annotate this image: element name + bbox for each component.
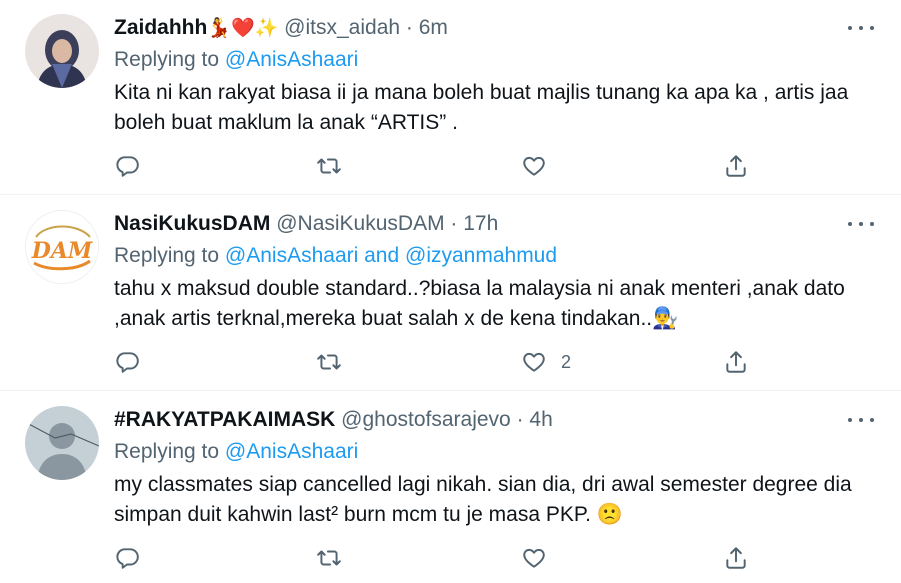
user-handle[interactable]: @NasiKukusDAM [276, 212, 444, 235]
like-button[interactable]: 2 [521, 346, 571, 378]
display-name[interactable]: #RAKYATPAKAIMASK [114, 408, 335, 431]
retweet-button[interactable] [316, 150, 342, 182]
tweet-header: NasiKukusDAM @NasiKukusDAM · 17h [114, 210, 498, 238]
reply-icon [116, 548, 139, 569]
reply-icon [116, 352, 139, 373]
retweet-icon [317, 354, 341, 370]
tweet-header: #RAKYATPAKAIMASK @ghostofsarajevo · 4h [114, 406, 553, 434]
share-icon [726, 351, 746, 373]
action-bar: 2 [114, 346, 814, 378]
tweet-item[interactable]: DAM NasiKukusDAM @NasiKukusDAM · 17h Rep… [0, 196, 901, 391]
separator: · [400, 16, 419, 39]
more-icon[interactable] [846, 410, 876, 430]
avatar[interactable]: DAM [25, 210, 99, 284]
share-icon [726, 155, 746, 177]
retweet-button[interactable] [316, 542, 342, 574]
timestamp[interactable]: 4h [529, 408, 552, 431]
mention-link-2[interactable]: @izyanmahmud [405, 244, 557, 267]
more-icon[interactable] [846, 18, 876, 38]
retweet-icon [317, 158, 341, 174]
reply-button[interactable] [114, 346, 140, 378]
share-button[interactable] [723, 150, 749, 182]
like-button[interactable] [521, 150, 561, 182]
separator: · [444, 212, 464, 235]
avatar[interactable] [25, 14, 99, 88]
tweet-item[interactable]: Zaidahhh💃❤️✨ @itsx_aidah · 6m Replying t… [0, 0, 901, 195]
reply-button[interactable] [114, 150, 140, 182]
reply-icon [116, 156, 139, 177]
action-bar [114, 150, 814, 182]
display-name[interactable]: NasiKukusDAM [114, 212, 270, 235]
share-button[interactable] [723, 346, 749, 378]
replying-joiner: and [358, 244, 405, 267]
name-emoji: 💃❤️✨ [207, 17, 279, 39]
like-count: 2 [561, 351, 572, 372]
mention-link[interactable]: @AnisAshaari [225, 440, 358, 463]
display-name[interactable]: Zaidahhh [114, 16, 207, 39]
like-icon [523, 548, 545, 568]
user-handle[interactable]: @itsx_aidah [284, 16, 400, 39]
like-icon [523, 156, 545, 176]
retweet-icon [317, 550, 341, 566]
share-button[interactable] [723, 542, 749, 574]
replying-to: Replying to @AnisAshaari and @izyanmahmu… [114, 242, 557, 270]
logo-text: DAM [31, 238, 93, 264]
user-handle[interactable]: @ghostofsarajevo [341, 408, 511, 431]
avatar[interactable] [25, 406, 99, 480]
like-icon [523, 352, 545, 372]
replying-prefix: Replying to [114, 48, 225, 71]
tweet-text: tahu x maksud double standard..?biasa la… [114, 277, 845, 330]
more-icon[interactable] [846, 214, 876, 234]
action-bar [114, 542, 814, 574]
reply-button[interactable] [114, 542, 140, 574]
retweet-button[interactable] [316, 346, 342, 378]
share-icon [726, 547, 746, 569]
like-button[interactable] [521, 542, 561, 574]
tweet-text: Kita ni kan rakyat biasa ii ja mana bole… [114, 81, 849, 134]
replying-prefix: Replying to [114, 440, 225, 463]
mention-link[interactable]: @AnisAshaari [225, 244, 358, 267]
mention-link[interactable]: @AnisAshaari [225, 48, 358, 71]
tweet-item[interactable]: #RAKYATPAKAIMASK @ghostofsarajevo · 4h R… [0, 392, 901, 583]
tweet-header: Zaidahhh💃❤️✨ @itsx_aidah · 6m [114, 14, 448, 42]
replying-to: Replying to @AnisAshaari [114, 438, 358, 466]
timestamp[interactable]: 17h [463, 212, 498, 235]
separator: · [510, 408, 530, 431]
replying-to: Replying to @AnisAshaari [114, 46, 358, 74]
tweet-text: my classmates siap cancelled lagi nikah.… [114, 473, 852, 526]
timestamp[interactable]: 6m [419, 16, 448, 39]
replying-prefix: Replying to [114, 244, 225, 267]
